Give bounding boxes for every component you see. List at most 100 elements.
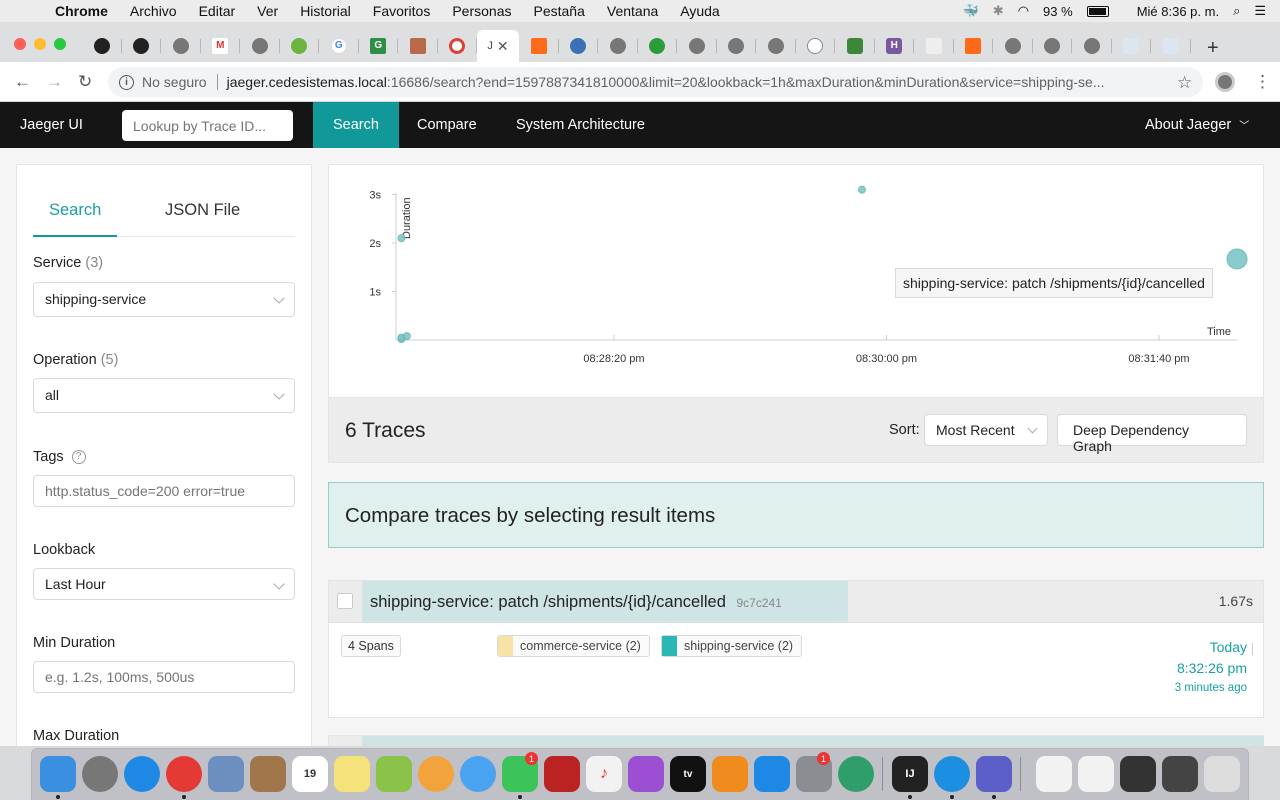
tab[interactable]: G bbox=[359, 34, 399, 58]
tab[interactable] bbox=[717, 34, 757, 58]
bookmark-star-icon[interactable]: ☆ bbox=[1177, 73, 1192, 93]
close-tab-icon[interactable]: ✕ bbox=[497, 38, 509, 55]
trace-id-lookup-input[interactable] bbox=[122, 110, 293, 141]
menu-history[interactable]: Historial bbox=[300, 3, 351, 19]
photos-icon[interactable] bbox=[418, 756, 454, 792]
tab[interactable] bbox=[598, 34, 638, 58]
menu-file[interactable]: Archivo bbox=[130, 3, 177, 19]
app-store-icon[interactable] bbox=[754, 756, 790, 792]
document-icon[interactable] bbox=[1036, 756, 1072, 792]
launchpad-icon[interactable] bbox=[82, 756, 118, 792]
help-icon[interactable]: ? bbox=[71, 450, 86, 465]
lookback-select[interactable]: Last Hour bbox=[33, 568, 295, 600]
tab[interactable] bbox=[438, 34, 478, 58]
trace-result-item[interactable]: shipping-service: patch /shipments/{id}/… bbox=[328, 580, 1264, 718]
tab[interactable]: H bbox=[875, 34, 915, 58]
contacts-icon[interactable] bbox=[250, 756, 286, 792]
menu-people[interactable]: Personas bbox=[452, 3, 511, 19]
jaeger-brand[interactable]: Jaeger UI bbox=[20, 117, 83, 133]
books-icon[interactable] bbox=[712, 756, 748, 792]
menu-bookmarks[interactable]: Favoritos bbox=[373, 3, 431, 19]
tab[interactable] bbox=[82, 34, 122, 58]
tab[interactable] bbox=[1112, 34, 1152, 58]
maps-icon[interactable] bbox=[376, 756, 412, 792]
safari-icon[interactable] bbox=[124, 756, 160, 792]
minimize-window-button[interactable] bbox=[34, 38, 46, 50]
chrome-icon[interactable] bbox=[166, 756, 202, 792]
clock[interactable]: Mié 8:36 p. m. bbox=[1137, 4, 1219, 19]
sort-select[interactable]: Most Recent bbox=[924, 414, 1048, 446]
min-duration-input[interactable] bbox=[33, 661, 295, 693]
tab[interactable] bbox=[756, 34, 796, 58]
forward-icon[interactable]: → bbox=[46, 72, 63, 92]
chrome-menu-icon[interactable]: ⋮ bbox=[1254, 72, 1271, 92]
tab[interactable] bbox=[1033, 34, 1073, 58]
trace-result-item[interactable] bbox=[328, 735, 1264, 746]
tab[interactable] bbox=[835, 34, 875, 58]
tab[interactable] bbox=[519, 34, 559, 58]
screenshot-icon[interactable] bbox=[1078, 756, 1114, 792]
tab[interactable] bbox=[280, 34, 320, 58]
preview-icon[interactable] bbox=[208, 756, 244, 792]
menu-tab[interactable]: Pestaña bbox=[534, 3, 585, 19]
calendar-icon[interactable]: 19 bbox=[292, 756, 328, 792]
tab[interactable] bbox=[954, 34, 994, 58]
back-icon[interactable]: ← bbox=[14, 72, 31, 92]
operation-select[interactable]: all bbox=[33, 378, 295, 413]
docker-icon[interactable] bbox=[934, 756, 970, 792]
trace-title[interactable]: shipping-service: patch /shipments/{id}/… bbox=[370, 593, 782, 612]
tab[interactable] bbox=[993, 34, 1033, 58]
tab[interactable] bbox=[559, 34, 599, 58]
tab[interactable] bbox=[1072, 34, 1112, 58]
tab[interactable] bbox=[398, 34, 438, 58]
menu-help[interactable]: Ayuda bbox=[680, 3, 719, 19]
tab-active[interactable]: J ✕ bbox=[477, 30, 519, 62]
reload-icon[interactable]: ↻ bbox=[78, 72, 92, 92]
tags-input[interactable] bbox=[33, 475, 295, 507]
messages-icon[interactable] bbox=[460, 756, 496, 792]
about-jaeger-menu[interactable]: About Jaeger ﹀ bbox=[1145, 117, 1249, 133]
tab-search-form[interactable]: Search bbox=[49, 201, 101, 220]
bluetooth-icon[interactable]: ✱ bbox=[993, 3, 1004, 19]
nav-tab-compare[interactable]: Compare bbox=[417, 102, 477, 148]
trace-select-checkbox[interactable] bbox=[337, 593, 353, 609]
menu-window[interactable]: Ventana bbox=[607, 3, 658, 19]
menu-edit[interactable]: Editar bbox=[199, 3, 236, 19]
close-window-button[interactable] bbox=[14, 38, 26, 50]
photo-booth-icon[interactable] bbox=[544, 756, 580, 792]
trash-icon[interactable] bbox=[1204, 756, 1240, 792]
info-icon[interactable]: i bbox=[119, 74, 134, 90]
docker-status-icon[interactable]: 🐳 bbox=[963, 3, 979, 19]
new-tab-button[interactable]: + bbox=[1207, 37, 1219, 60]
menu-app-name[interactable]: Chrome bbox=[55, 3, 108, 19]
spotlight-icon[interactable]: ⌕ bbox=[1233, 3, 1240, 19]
atom-icon[interactable] bbox=[838, 756, 874, 792]
tab[interactable] bbox=[240, 34, 280, 58]
nav-tab-system-architecture[interactable]: System Architecture bbox=[516, 102, 645, 148]
tab[interactable]: M bbox=[201, 34, 241, 58]
battery-percent[interactable]: 93 % bbox=[1043, 4, 1073, 19]
profile-avatar[interactable] bbox=[1215, 72, 1235, 92]
tab[interactable] bbox=[161, 34, 201, 58]
tab[interactable] bbox=[122, 34, 162, 58]
finder-icon[interactable] bbox=[40, 756, 76, 792]
podcasts-icon[interactable] bbox=[628, 756, 664, 792]
tab-json-file[interactable]: JSON File bbox=[165, 201, 240, 220]
address-bar[interactable]: i No seguro jaeger.cedesistemas.local :1… bbox=[108, 67, 1203, 97]
nav-tab-search[interactable]: Search bbox=[313, 102, 399, 148]
deep-dependency-graph-button[interactable]: Deep Dependency Graph bbox=[1057, 414, 1247, 454]
zoom-window-button[interactable] bbox=[54, 38, 66, 50]
wifi-icon[interactable]: ◠ bbox=[1018, 3, 1029, 19]
battery-icon[interactable] bbox=[1086, 5, 1109, 17]
tab[interactable] bbox=[1151, 34, 1191, 58]
tab[interactable]: G bbox=[319, 34, 359, 58]
music-icon[interactable]: ♪ bbox=[586, 756, 622, 792]
intellij-icon[interactable]: IJ bbox=[892, 756, 928, 792]
notes-icon[interactable] bbox=[334, 756, 370, 792]
tab[interactable] bbox=[796, 34, 836, 58]
menu-view[interactable]: Ver bbox=[257, 3, 278, 19]
notification-center-icon[interactable]: ☰ bbox=[1254, 3, 1266, 19]
tab[interactable] bbox=[914, 34, 954, 58]
teams-icon[interactable] bbox=[976, 756, 1012, 792]
tv-icon[interactable]: tv bbox=[670, 756, 706, 792]
